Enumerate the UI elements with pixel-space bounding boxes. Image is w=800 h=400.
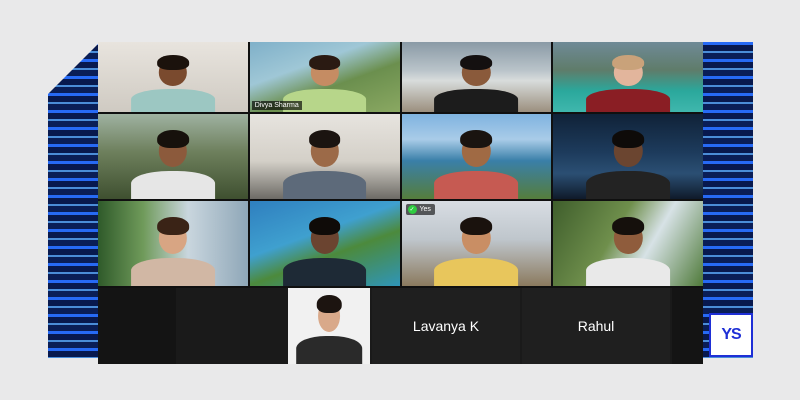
participant-tile[interactable] bbox=[249, 114, 400, 199]
participant-video bbox=[434, 52, 519, 112]
participant-video bbox=[130, 126, 215, 199]
participant-tile[interactable]: Rahul bbox=[522, 288, 670, 364]
participant-tile[interactable] bbox=[553, 42, 703, 112]
participant-video bbox=[282, 126, 367, 199]
participant-video bbox=[130, 213, 215, 286]
bottom-participant-row: Lavanya K Rahul bbox=[98, 288, 703, 364]
participant-tile[interactable] bbox=[553, 201, 703, 286]
reaction-badge: ✓ Yes bbox=[405, 204, 435, 215]
participant-name: Rahul bbox=[577, 318, 615, 334]
reaction-label: Yes bbox=[419, 206, 431, 213]
participant-tile[interactable] bbox=[553, 114, 703, 199]
participant-tile[interactable]: Divya Sharma bbox=[249, 42, 400, 112]
participant-tile[interactable] bbox=[401, 114, 552, 199]
participant-tile[interactable]: ✓ Yes bbox=[401, 201, 552, 286]
check-icon: ✓ bbox=[407, 205, 417, 214]
participant-name: Lavanya K bbox=[412, 318, 480, 334]
participant-video bbox=[130, 52, 215, 112]
participant-video bbox=[586, 213, 671, 286]
participant-tile[interactable] bbox=[249, 201, 400, 286]
participant-video bbox=[586, 126, 671, 199]
participant-video bbox=[434, 126, 519, 199]
participant-video bbox=[282, 213, 367, 286]
logo-text: YS bbox=[721, 326, 741, 343]
ys-logo: YS bbox=[709, 313, 753, 357]
frame-notch bbox=[48, 42, 100, 94]
participant-video bbox=[434, 213, 519, 286]
participant-video bbox=[586, 52, 671, 112]
participant-video bbox=[296, 291, 362, 364]
decorative-streaks-right bbox=[703, 42, 753, 358]
participant-tile[interactable] bbox=[401, 42, 552, 112]
empty-tile bbox=[672, 288, 703, 364]
participant-tile[interactable]: Lavanya K bbox=[372, 288, 520, 364]
participant-tile[interactable] bbox=[98, 114, 248, 199]
participant-tile[interactable] bbox=[98, 201, 248, 286]
participant-name-tag: Divya Sharma bbox=[251, 101, 302, 110]
empty-tile bbox=[98, 288, 176, 364]
participant-tile[interactable] bbox=[288, 288, 370, 364]
participant-tile[interactable] bbox=[98, 42, 248, 112]
participant-grid: Divya Sharma ✓ Yes Lavanya K Rahul bbox=[98, 42, 703, 364]
